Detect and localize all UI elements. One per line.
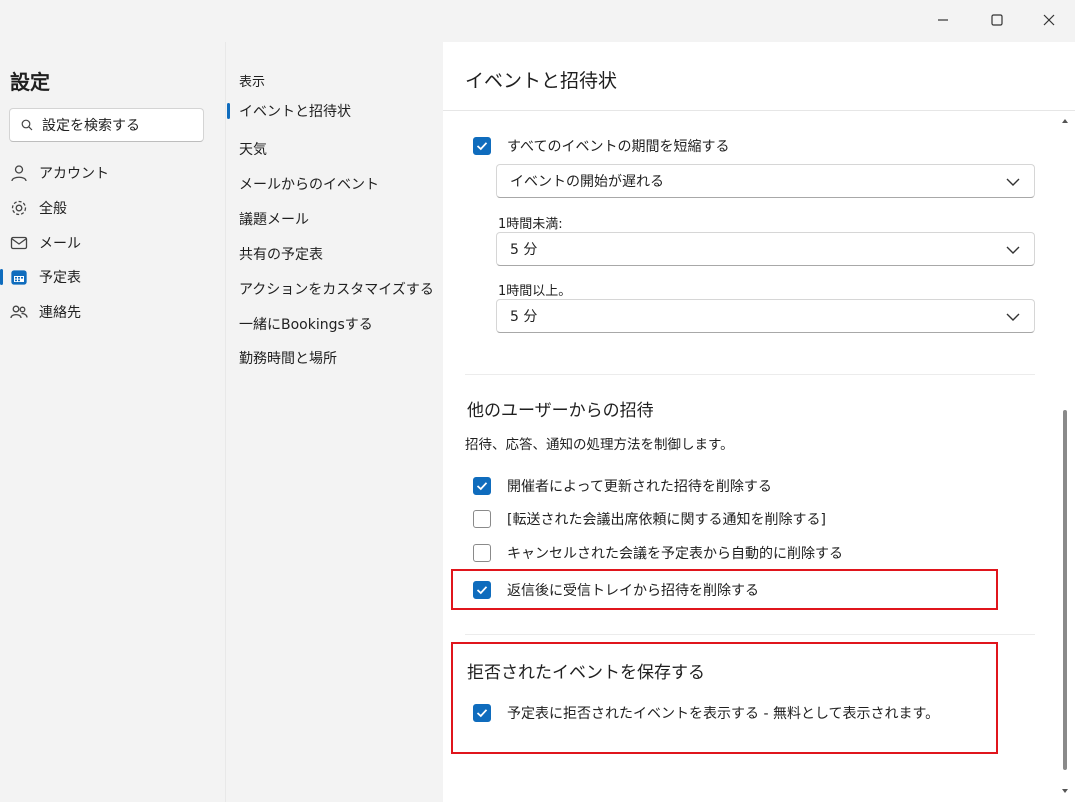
sidebar-item-label: 予定表 [39,270,81,286]
subnav-item-events-from-email[interactable]: メールからのイベント [239,174,379,194]
subnav-item-work-hours[interactable]: 勤務時間と場所 [239,348,337,368]
delete-forward-notifications-option[interactable]: [転送された会議出席依頼に関する通知を削除する] [473,509,826,529]
calendar-subnav: 表示 イベントと招待状 天気 メールからのイベント 議題メール 共有の予定表 ア… [225,42,443,802]
shorten-events-option[interactable]: すべてのイベントの期間を短縮する [473,136,729,156]
section-divider [465,374,1035,375]
highlight-box-declined-section [451,642,998,754]
checkmark-icon [476,482,488,491]
close-icon [1043,14,1055,26]
subnav-header: 表示 [239,75,266,90]
sidebar-item-label: 連絡先 [39,305,81,321]
under-hour-value: 5 分 [510,242,538,258]
subnav-item-shared-calendars[interactable]: 共有の予定表 [239,244,323,264]
person-icon [9,163,29,183]
option-label: [転送された会議出席依頼に関する通知を削除する] [507,512,826,528]
delete-updated-invites-option[interactable]: 開催者によって更新された招待を削除する [473,476,772,496]
shorten-events-label: すべてのイベントの期間を短縮する [507,139,730,155]
auto-delete-canceled-checkbox[interactable] [473,544,491,562]
over-hour-label: 1時間以上。 [498,284,572,299]
shorten-events-checkbox[interactable] [473,137,491,155]
chevron-down-icon [1006,243,1020,259]
settings-search[interactable] [9,108,204,142]
sidebar-item-calendar[interactable]: 予定表 [0,262,225,292]
highlight-box-reply-option [451,569,998,610]
delete-updated-invites-checkbox[interactable] [473,477,491,495]
scrollbar-thumb[interactable] [1063,410,1067,770]
scroll-down-icon[interactable] [1060,786,1070,796]
over-hour-dropdown[interactable]: 5 分 [496,299,1035,333]
invites-section-title: 他のユーザーからの招待 [467,401,654,421]
settings-search-input[interactable] [42,115,198,137]
option-label: キャンセルされた会議を予定表から自動的に削除する [507,546,843,562]
subnav-item-customize-actions[interactable]: アクションをカスタマイズする [239,279,434,299]
content-scrollbar[interactable] [1060,114,1070,802]
settings-title: 設定 [10,70,50,94]
under-hour-dropdown[interactable]: 5 分 [496,232,1035,266]
search-icon [21,119,33,131]
checkmark-icon [476,142,488,151]
minimize-button[interactable] [923,6,963,34]
chevron-down-icon [1006,175,1020,191]
sidebar-item-label: アカウント [39,166,109,182]
sidebar-item-label: 全般 [39,201,67,217]
shorten-mode-dropdown[interactable]: イベントの開始が遅れる [496,164,1035,198]
scroll-up-icon[interactable] [1060,116,1070,126]
title-bar [0,0,1075,42]
subnav-item-weather[interactable]: 天気 [239,139,267,159]
calendar-icon [9,267,29,287]
mail-icon [9,233,29,253]
under-hour-label: 1時間未満: [498,217,563,232]
settings-content: イベントと招待状 すべてのイベントの期間を短縮する イベントの開始が遅れる 1時… [443,42,1075,802]
minimize-icon [938,19,948,21]
subnav-item-bookings[interactable]: 一緒にBookingsする [239,314,373,334]
option-label: 開催者によって更新された招待を削除する [507,479,772,495]
people-icon [9,302,29,322]
sidebar-item-general[interactable]: 全般 [0,193,225,223]
close-button[interactable] [1029,6,1069,34]
maximize-button[interactable] [977,6,1017,34]
gear-icon [9,198,29,218]
sidebar-item-mail[interactable]: メール [0,228,225,258]
maximize-icon [991,14,1003,26]
over-hour-value: 5 分 [510,309,538,325]
sidebar-item-account[interactable]: アカウント [0,158,225,188]
shorten-mode-value: イベントの開始が遅れる [510,174,664,190]
chevron-down-icon [1006,310,1020,326]
delete-forward-notifications-checkbox[interactable] [473,510,491,528]
title-divider [443,110,1075,111]
subnav-item-events-invites[interactable]: イベントと招待状 [227,101,351,121]
invites-section-description: 招待、応答、通知の処理方法を制御します。 [465,437,734,453]
sidebar-item-label: メール [39,236,81,252]
subnav-item-agenda-mail[interactable]: 議題メール [239,209,309,229]
section-divider [465,634,1035,635]
page-title: イベントと招待状 [465,70,618,92]
settings-sidebar: 設定 アカウント 全般 メール 予定表 連絡先 [0,42,225,802]
auto-delete-canceled-option[interactable]: キャンセルされた会議を予定表から自動的に削除する [473,543,843,563]
sidebar-item-contacts[interactable]: 連絡先 [0,297,225,327]
